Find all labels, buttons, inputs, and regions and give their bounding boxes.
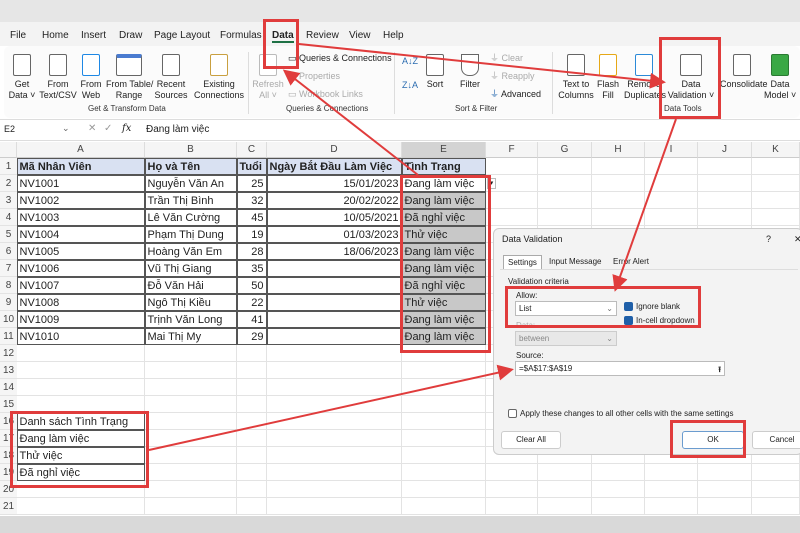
annotation-arrows [148,43,677,451]
arrow-list-to-source [148,364,514,451]
arrow-data-tab-to-validation [298,43,666,89]
arrow-validation-to-allow [612,118,677,292]
arrow-column-to-data-tab [282,69,419,176]
